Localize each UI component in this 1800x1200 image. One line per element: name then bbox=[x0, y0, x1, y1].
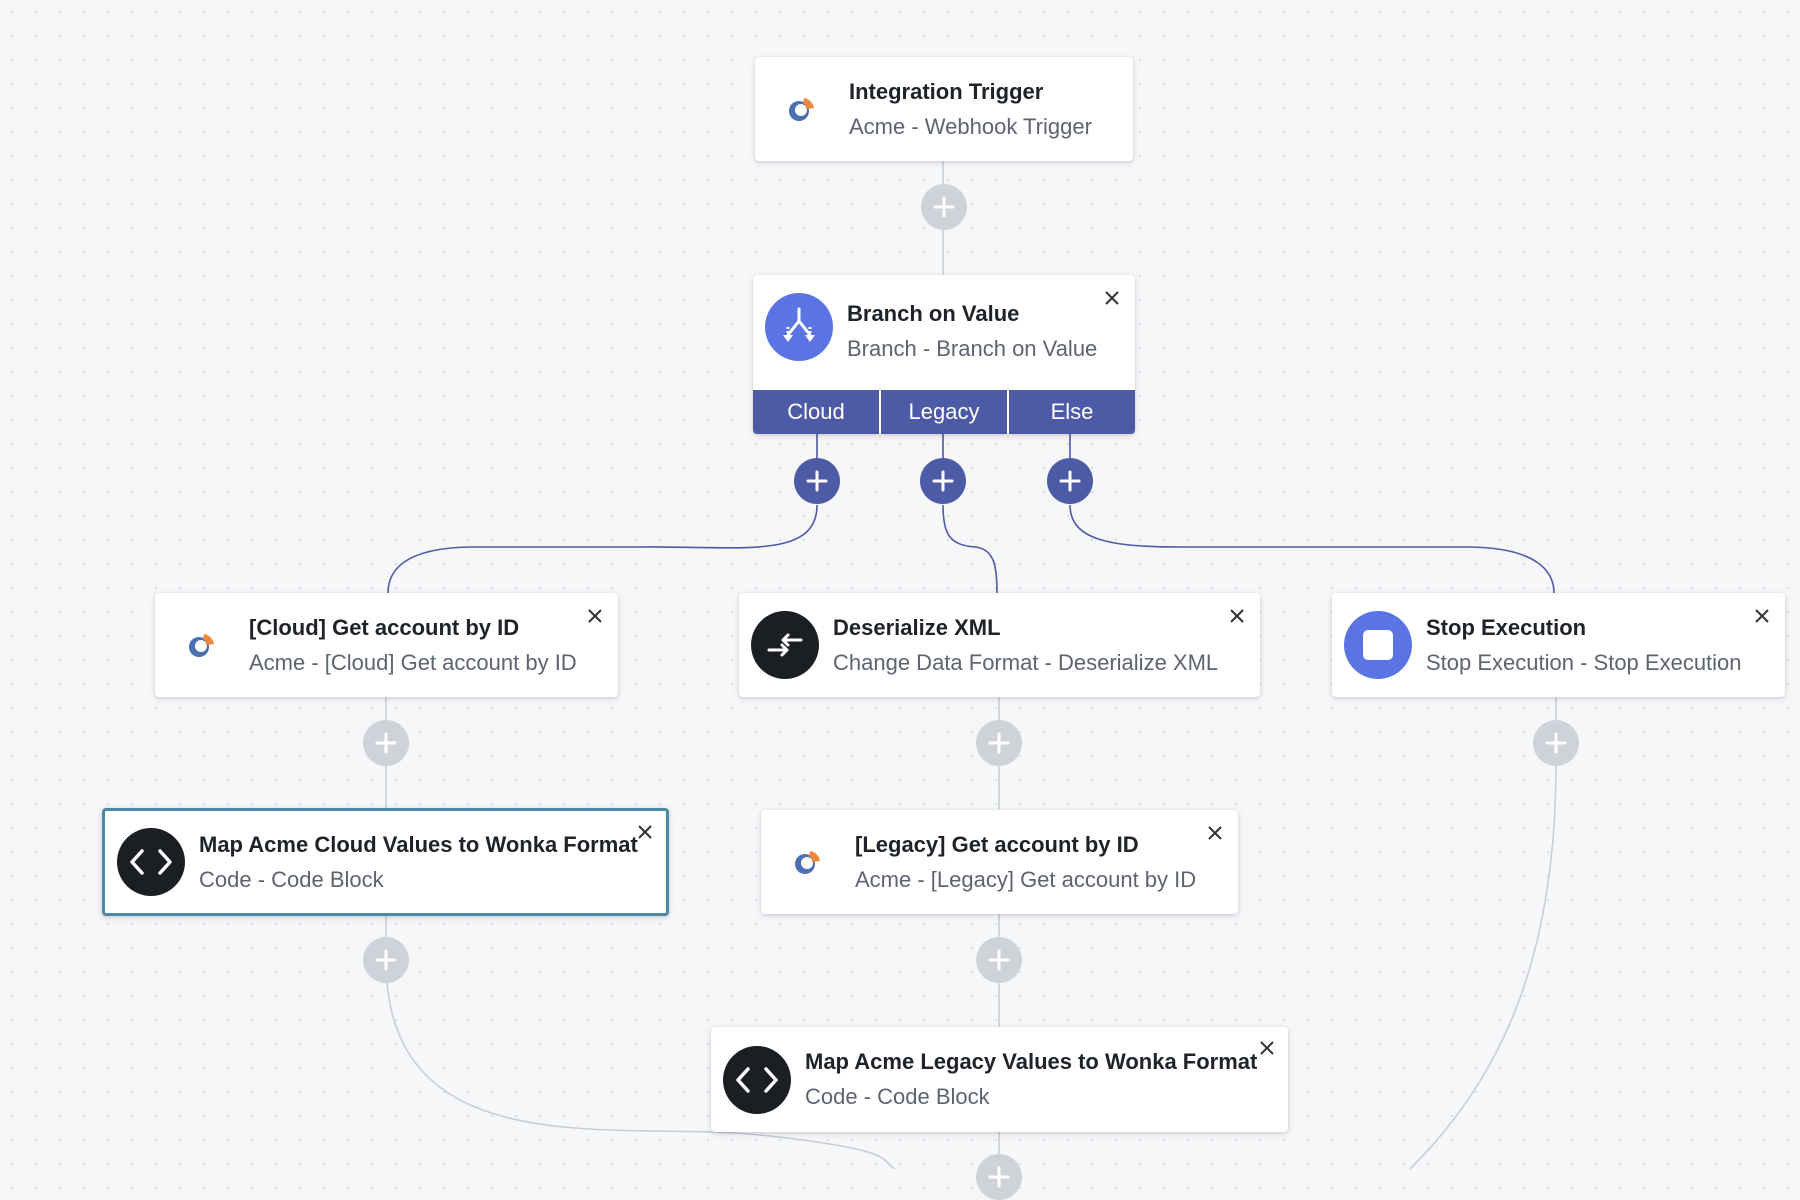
node-integration-trigger[interactable]: Integration Trigger Acme - Webhook Trigg… bbox=[755, 57, 1133, 161]
node-title: Integration Trigger bbox=[849, 78, 1044, 104]
acme-logo-icon bbox=[773, 828, 841, 896]
add-step-button-legacy[interactable] bbox=[920, 458, 966, 504]
swap-arrows-icon bbox=[751, 611, 819, 679]
stop-icon bbox=[1344, 611, 1412, 679]
close-icon[interactable] bbox=[1206, 824, 1224, 842]
acme-logo-icon bbox=[167, 611, 235, 679]
node-title: Branch on Value bbox=[847, 301, 1020, 326]
connector-curve bbox=[387, 504, 818, 594]
node-title: Stop Execution bbox=[1426, 614, 1587, 640]
add-step-button[interactable] bbox=[921, 184, 967, 230]
branch-tab-else[interactable]: Else bbox=[1009, 390, 1135, 434]
node-subtitle: Change Data Format - Deserialize XML bbox=[833, 649, 1219, 675]
flow-connectors bbox=[385, 160, 1557, 1169]
plus-icon bbox=[1545, 732, 1567, 754]
plus-icon bbox=[806, 470, 828, 492]
node-title: Map Acme Legacy Values to Wonka Format bbox=[805, 1049, 1258, 1074]
plus-icon bbox=[932, 470, 954, 492]
add-step-button-cloud[interactable] bbox=[794, 458, 840, 504]
add-step-button[interactable] bbox=[976, 937, 1022, 983]
node-legacy-get-account[interactable]: [Legacy] Get account by ID Acme - [Legac… bbox=[761, 810, 1238, 914]
node-subtitle: Code - Code Block bbox=[199, 866, 384, 892]
node-stop-execution[interactable]: Stop Execution Stop Execution - Stop Exe… bbox=[1332, 593, 1785, 697]
node-subtitle: Code - Code Block bbox=[805, 1084, 990, 1109]
branch-tabs: Cloud Legacy Else bbox=[753, 390, 1135, 434]
node-map-cloud-values[interactable]: Map Acme Cloud Values to Wonka Format Co… bbox=[102, 808, 669, 916]
node-branch-on-value[interactable]: Branch on Value Branch - Branch on Value… bbox=[753, 275, 1135, 434]
add-step-button[interactable] bbox=[1533, 720, 1579, 766]
close-icon[interactable] bbox=[1228, 607, 1246, 625]
close-icon[interactable] bbox=[586, 607, 604, 625]
node-title: [Legacy] Get account by ID bbox=[855, 831, 1139, 857]
close-icon[interactable] bbox=[636, 823, 654, 841]
node-cloud-get-account[interactable]: [Cloud] Get account by ID Acme - [Cloud]… bbox=[155, 593, 618, 697]
close-icon[interactable] bbox=[1258, 1039, 1276, 1057]
node-subtitle: Stop Execution - Stop Execution bbox=[1426, 649, 1742, 675]
plus-icon bbox=[375, 732, 397, 754]
node-subtitle: Acme - [Legacy] Get account by ID bbox=[855, 866, 1197, 892]
connector-curve bbox=[942, 504, 998, 594]
connector-curve bbox=[1409, 763, 1557, 1169]
plus-icon bbox=[988, 732, 1010, 754]
close-icon[interactable] bbox=[1103, 289, 1121, 307]
close-icon[interactable] bbox=[1753, 607, 1771, 625]
node-title: [Cloud] Get account by ID bbox=[249, 614, 520, 640]
node-deserialize-xml[interactable]: Deserialize XML Change Data Format - Des… bbox=[739, 593, 1260, 697]
branch-tab-legacy[interactable]: Legacy bbox=[881, 390, 1009, 434]
branch-tab-cloud[interactable]: Cloud bbox=[753, 390, 881, 434]
node-subtitle: Acme - [Cloud] Get account by ID bbox=[249, 649, 577, 675]
add-step-button[interactable] bbox=[363, 720, 409, 766]
add-step-button-else[interactable] bbox=[1047, 458, 1093, 504]
code-icon bbox=[723, 1045, 791, 1114]
add-step-button[interactable] bbox=[976, 720, 1022, 766]
connector-curve bbox=[1069, 504, 1555, 594]
plus-icon bbox=[933, 196, 955, 218]
node-map-legacy-values[interactable]: Map Acme Legacy Values to Wonka Format C… bbox=[711, 1027, 1288, 1132]
node-title: Map Acme Cloud Values to Wonka Format bbox=[199, 831, 638, 857]
node-subtitle: Branch - Branch on Value bbox=[847, 336, 1098, 361]
plus-icon bbox=[375, 949, 397, 971]
plus-icon bbox=[1059, 470, 1081, 492]
branch-icon bbox=[765, 293, 833, 361]
code-icon bbox=[117, 828, 185, 896]
plus-icon bbox=[988, 949, 1010, 971]
add-step-button[interactable] bbox=[976, 1154, 1022, 1200]
node-subtitle: Acme - Webhook Trigger bbox=[849, 113, 1092, 139]
acme-logo-icon bbox=[767, 75, 835, 143]
node-title: Deserialize XML bbox=[833, 614, 1001, 640]
add-step-button[interactable] bbox=[363, 937, 409, 983]
